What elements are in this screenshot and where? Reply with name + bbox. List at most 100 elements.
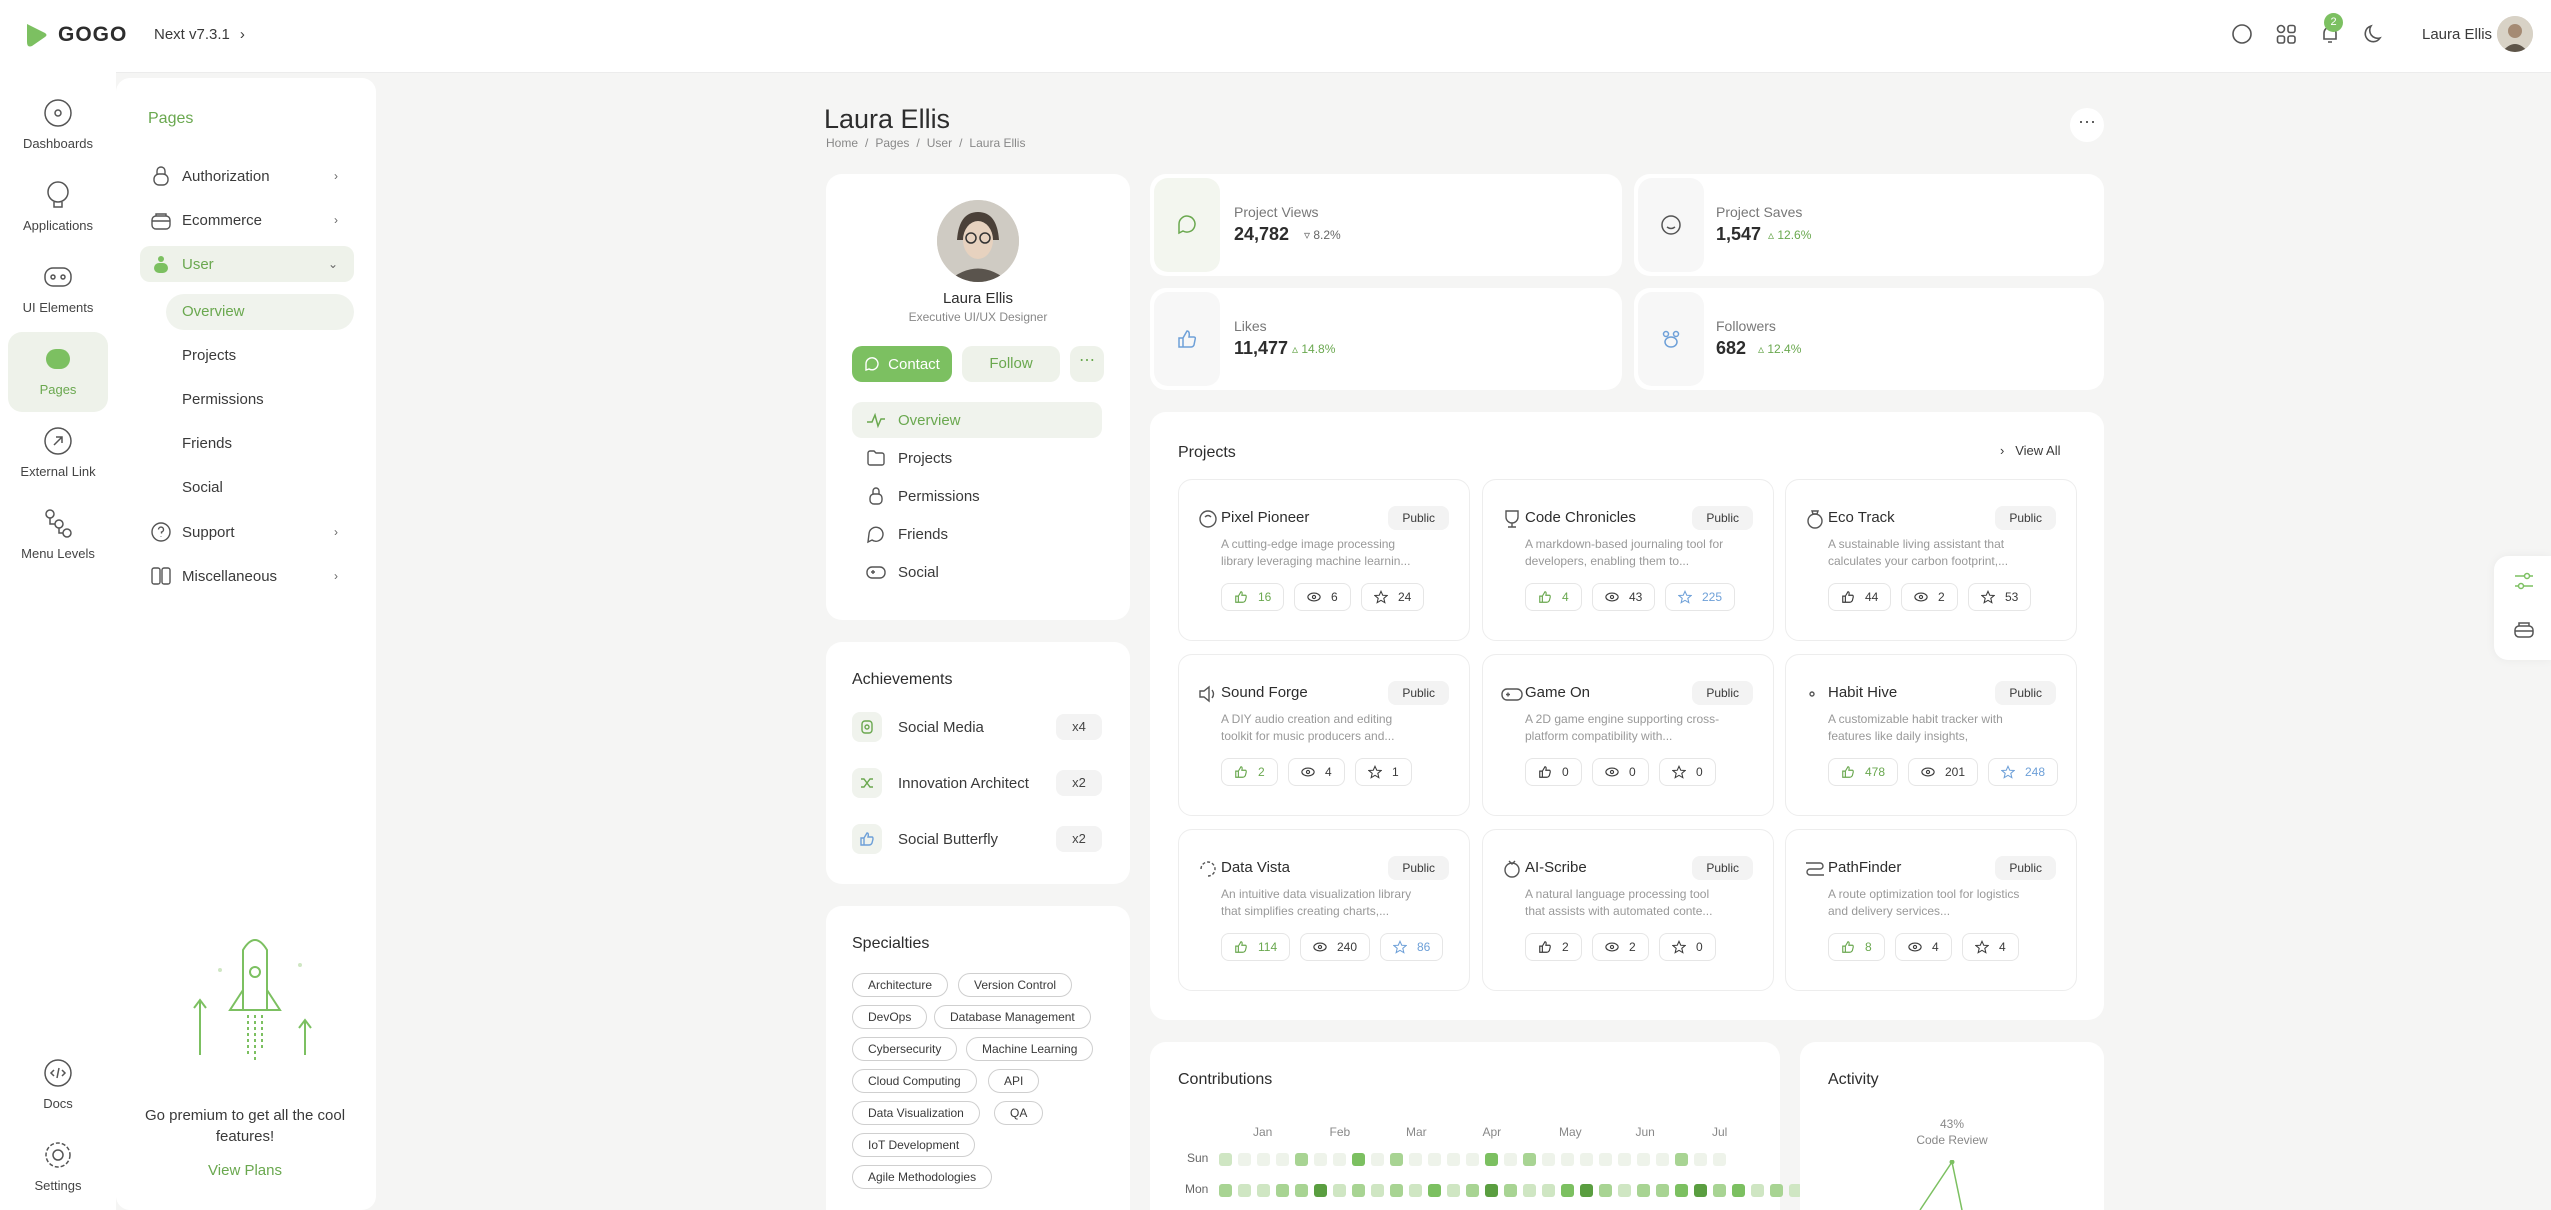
- rail-settings[interactable]: Settings: [8, 1128, 108, 1208]
- specialty-tag[interactable]: Cloud Computing: [852, 1069, 977, 1093]
- breadcrumb-user[interactable]: User: [927, 136, 952, 150]
- specialty-tag[interactable]: QA: [994, 1101, 1044, 1125]
- breadcrumb-pages[interactable]: Pages: [875, 136, 909, 150]
- contribution-cell[interactable]: [1238, 1184, 1251, 1197]
- page-more-button[interactable]: ⋯: [2070, 108, 2104, 142]
- contribution-cell[interactable]: [1561, 1153, 1574, 1166]
- contribution-cell[interactable]: [1428, 1184, 1441, 1197]
- contribution-cell[interactable]: [1618, 1184, 1631, 1197]
- contribution-cell[interactable]: [1409, 1153, 1422, 1166]
- contribution-cell[interactable]: [1542, 1153, 1555, 1166]
- sidebar-subitem-overview[interactable]: Overview: [166, 294, 354, 330]
- rail-applications[interactable]: Applications: [8, 168, 108, 248]
- sliders-icon[interactable]: [2513, 570, 2535, 592]
- user-avatar[interactable]: [2497, 16, 2533, 52]
- project-stars[interactable]: 4: [1962, 933, 2019, 961]
- contribution-cell[interactable]: [1694, 1184, 1707, 1197]
- profile-tab-permissions[interactable]: Permissions: [852, 478, 1102, 514]
- contribution-cell[interactable]: [1257, 1153, 1270, 1166]
- contribution-cell[interactable]: [1409, 1184, 1422, 1197]
- specialty-tag[interactable]: API: [988, 1069, 1040, 1093]
- contribution-cell[interactable]: [1580, 1153, 1593, 1166]
- contribution-cell[interactable]: [1276, 1153, 1289, 1166]
- specialty-tag[interactable]: Machine Learning: [966, 1037, 1094, 1061]
- contribution-cell[interactable]: [1352, 1153, 1365, 1166]
- contribution-cell[interactable]: [1390, 1184, 1403, 1197]
- profile-tab-projects[interactable]: Projects: [852, 440, 1102, 476]
- project-stars[interactable]: 225: [1665, 583, 1736, 611]
- apps-grid-icon[interactable]: [2274, 22, 2298, 46]
- sidebar-item-support[interactable]: Support ›: [140, 514, 354, 550]
- sidebar-item-ecommerce[interactable]: Ecommerce ›: [140, 202, 354, 238]
- contribution-cell[interactable]: [1371, 1153, 1384, 1166]
- sidebar-subitem-social[interactable]: Social: [166, 470, 354, 506]
- contribution-cell[interactable]: [1599, 1184, 1612, 1197]
- project-stars[interactable]: 86: [1380, 933, 1444, 961]
- specialty-tag[interactable]: Cybersecurity: [852, 1037, 958, 1061]
- project-stars[interactable]: 1: [1355, 758, 1412, 786]
- contribution-cell[interactable]: [1656, 1184, 1669, 1197]
- contribution-cell[interactable]: [1466, 1153, 1479, 1166]
- contribution-cell[interactable]: [1371, 1184, 1384, 1197]
- project-card[interactable]: Pixel Pioneer Public A cutting-edge image …: [1178, 479, 1470, 641]
- rail-external-link[interactable]: External Link: [8, 414, 108, 494]
- contribution-cell[interactable]: [1504, 1153, 1517, 1166]
- rail-menu-levels[interactable]: Menu Levels: [8, 496, 108, 576]
- contribution-cell[interactable]: [1713, 1184, 1726, 1197]
- project-likes[interactable]: 4: [1525, 583, 1582, 611]
- project-stars[interactable]: 0: [1659, 933, 1716, 961]
- project-card[interactable]: PathFinder Public A route optimization too…: [1785, 829, 2077, 991]
- specialty-tag[interactable]: Version Control: [958, 973, 1073, 997]
- contribution-cell[interactable]: [1314, 1184, 1327, 1197]
- contribution-cell[interactable]: [1485, 1184, 1498, 1197]
- project-stars[interactable]: 24: [1361, 583, 1425, 611]
- contribution-cell[interactable]: [1523, 1184, 1536, 1197]
- contribution-cell[interactable]: [1219, 1184, 1232, 1197]
- contribution-cell[interactable]: [1352, 1184, 1365, 1197]
- specialty-tag[interactable]: Data Visualization: [852, 1101, 980, 1125]
- contribution-cell[interactable]: [1333, 1153, 1346, 1166]
- contribution-cell[interactable]: [1675, 1153, 1688, 1166]
- contribution-cell[interactable]: [1504, 1184, 1517, 1197]
- rail-ui-elements[interactable]: UI Elements: [8, 250, 108, 330]
- profile-more-button[interactable]: ⋯: [1070, 346, 1104, 382]
- contact-button[interactable]: Contact: [852, 346, 952, 382]
- project-stars[interactable]: 53: [1968, 583, 2032, 611]
- contribution-cell[interactable]: [1732, 1184, 1745, 1197]
- contribution-cell[interactable]: [1637, 1184, 1650, 1197]
- moon-icon[interactable]: [2362, 22, 2386, 46]
- contribution-cell[interactable]: [1219, 1153, 1232, 1166]
- contribution-cell[interactable]: [1656, 1153, 1669, 1166]
- contribution-cell[interactable]: [1675, 1184, 1688, 1197]
- project-likes[interactable]: 2: [1525, 933, 1582, 961]
- contribution-cell[interactable]: [1257, 1184, 1270, 1197]
- contribution-cell[interactable]: [1637, 1153, 1650, 1166]
- specialty-tag[interactable]: IoT Development: [852, 1133, 976, 1157]
- project-card[interactable]: Game On Public A 2D game engine supporting…: [1482, 654, 1774, 816]
- contribution-cell[interactable]: [1314, 1153, 1327, 1166]
- specialty-tag[interactable]: DevOps: [852, 1005, 928, 1029]
- contribution-cell[interactable]: [1713, 1153, 1726, 1166]
- contribution-cell[interactable]: [1428, 1153, 1441, 1166]
- contribution-cell[interactable]: [1447, 1184, 1460, 1197]
- sidebar-item-user[interactable]: User ⌄: [140, 246, 354, 282]
- sidebar-item-authorization[interactable]: Authorization ›: [140, 158, 354, 194]
- contribution-cell[interactable]: [1447, 1153, 1460, 1166]
- specialty-tag[interactable]: Architecture: [852, 973, 949, 997]
- sidebar-subitem-projects[interactable]: Projects: [166, 338, 354, 374]
- profile-tab-friends[interactable]: Friends: [852, 516, 1102, 552]
- contribution-cell[interactable]: [1694, 1153, 1707, 1166]
- project-likes[interactable]: 8: [1828, 933, 1885, 961]
- breadcrumb-home[interactable]: Home: [826, 136, 858, 150]
- project-card[interactable]: Sound Forge Public A DIY audio creation an…: [1178, 654, 1470, 816]
- contribution-cell[interactable]: [1276, 1184, 1289, 1197]
- contribution-cell[interactable]: [1542, 1184, 1555, 1197]
- follow-button[interactable]: Follow: [962, 346, 1060, 382]
- project-stars[interactable]: 248: [1988, 758, 2059, 786]
- contribution-cell[interactable]: [1390, 1153, 1403, 1166]
- basket-icon[interactable]: [2513, 618, 2535, 640]
- project-likes[interactable]: 2: [1221, 758, 1278, 786]
- rail-pages[interactable]: Pages: [8, 332, 108, 412]
- contribution-cell[interactable]: [1333, 1184, 1346, 1197]
- contribution-cell[interactable]: [1580, 1184, 1593, 1197]
